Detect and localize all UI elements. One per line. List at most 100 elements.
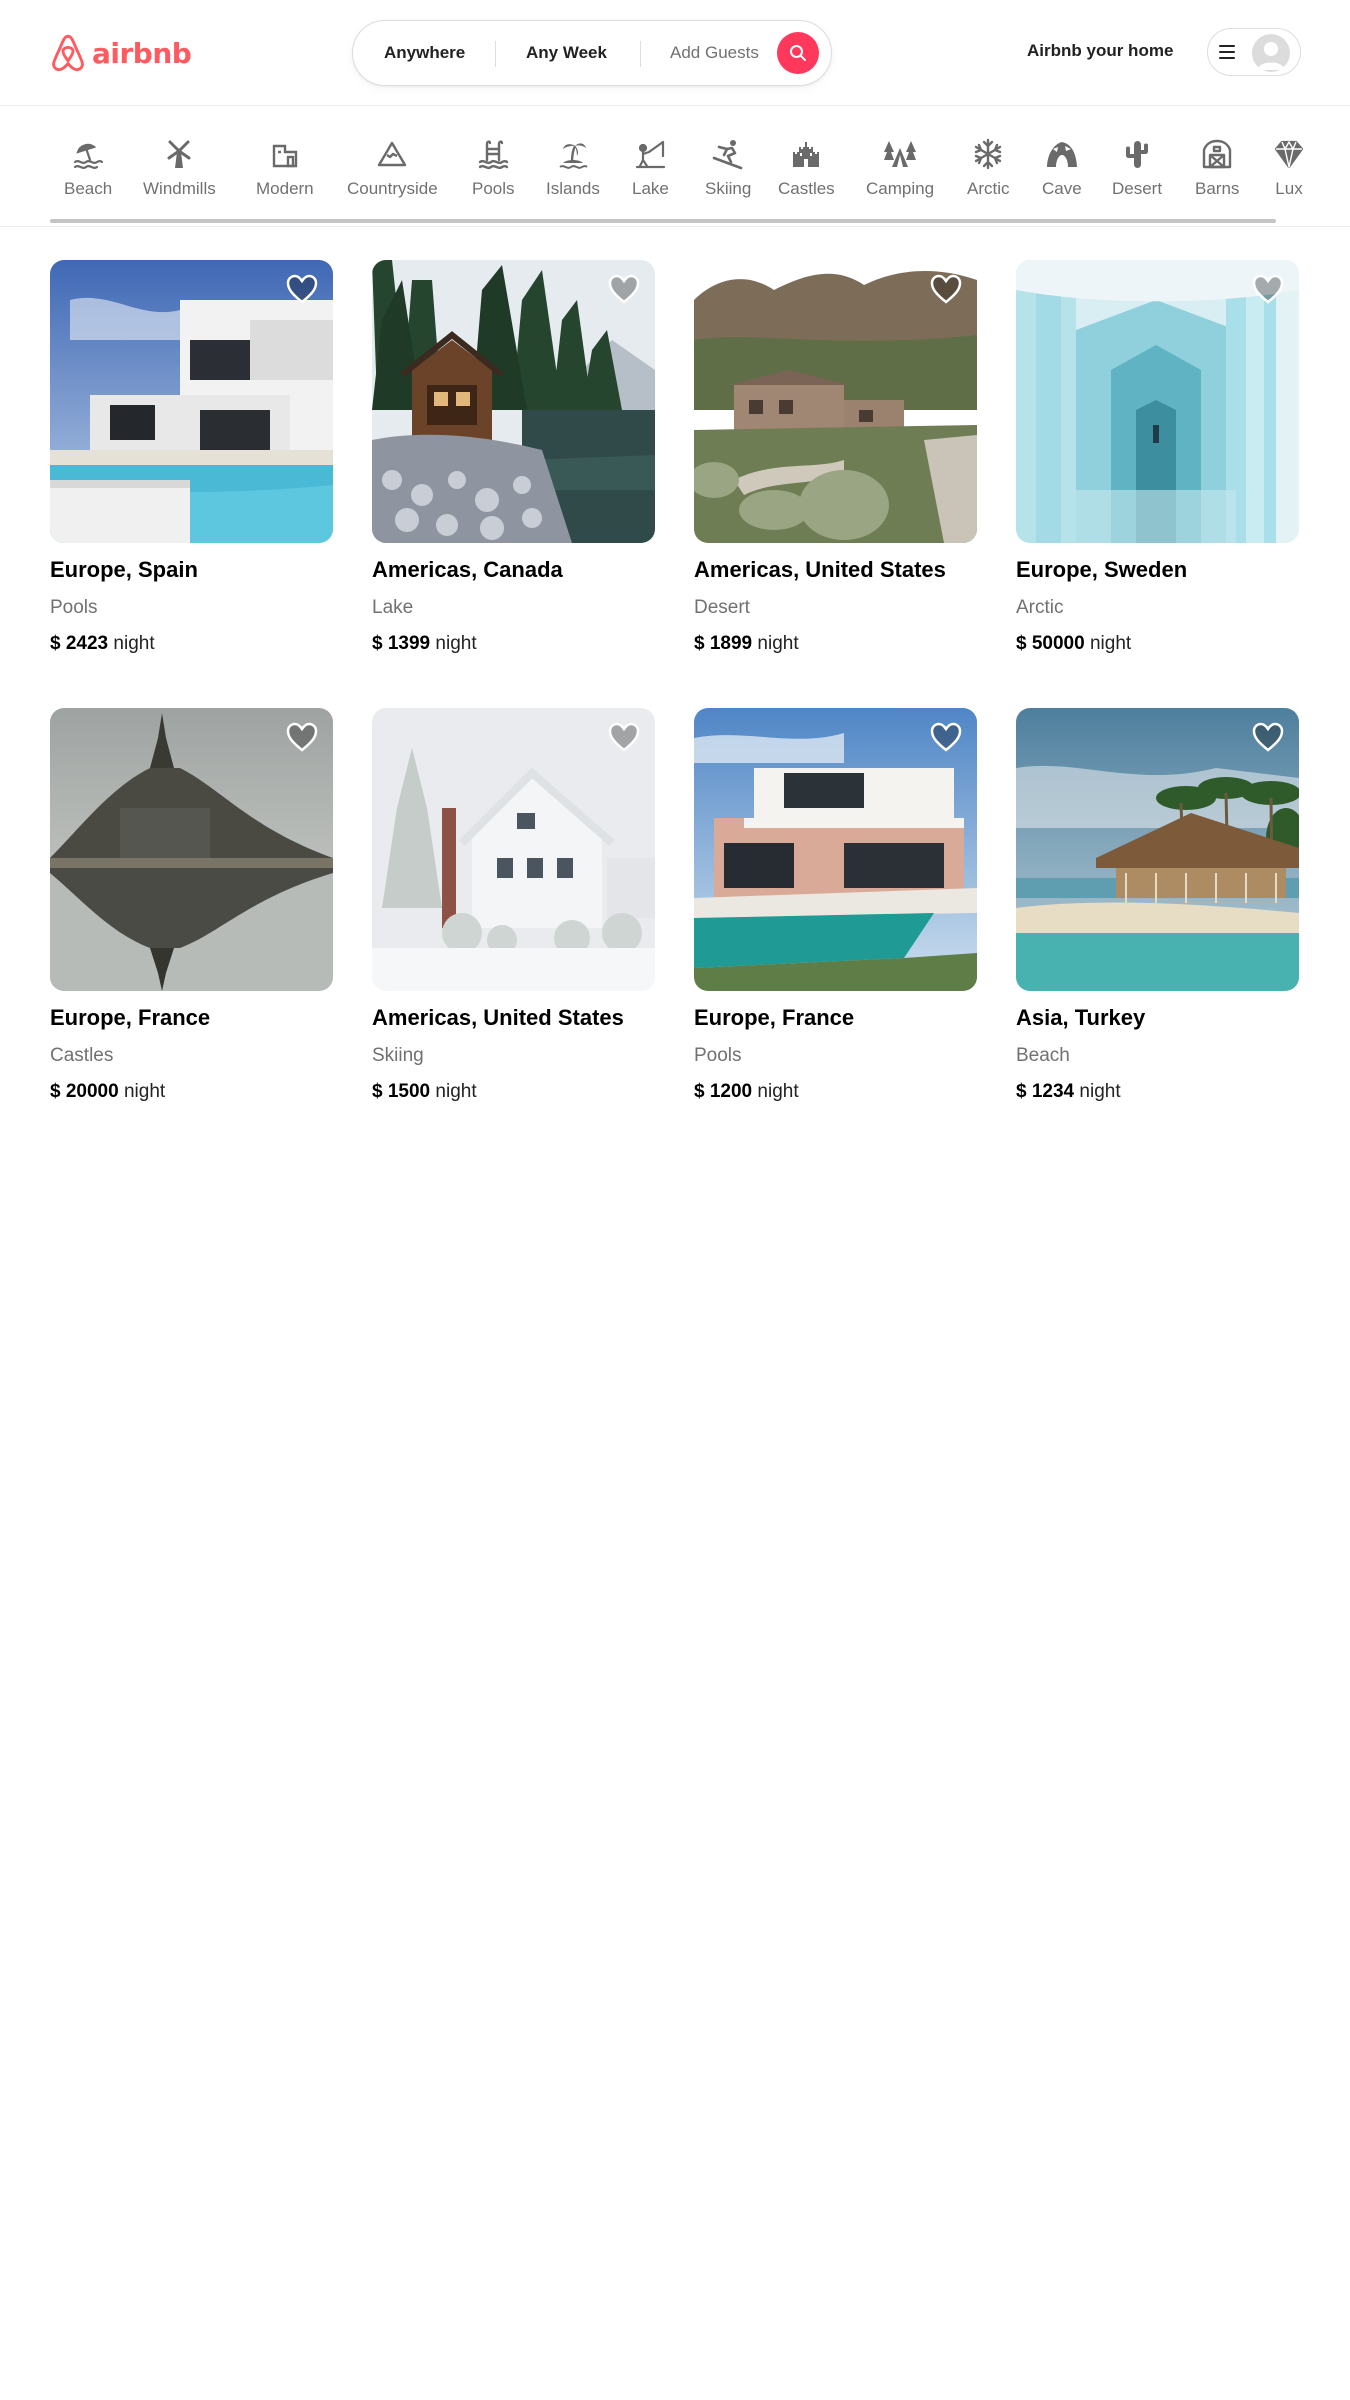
beach-icon	[71, 137, 105, 171]
currency: $	[694, 1081, 705, 1102]
listing-category: Desert	[694, 597, 750, 618]
listing-category: Pools	[50, 597, 98, 618]
category-label: Beach	[64, 179, 113, 198]
listing-card[interactable]: Asia, Turkey Beach $ 1234 night	[1016, 708, 1299, 1103]
listing-photo[interactable]	[1016, 708, 1299, 991]
favorite-heart-icon[interactable]	[1252, 274, 1284, 304]
price-amount: 1234	[1031, 1081, 1075, 1102]
category-lux[interactable]: Lux	[1272, 137, 1306, 199]
favorite-heart-icon[interactable]	[286, 274, 318, 304]
listing-photo[interactable]	[372, 708, 655, 991]
category-modern[interactable]: Modern	[256, 137, 314, 199]
listing-category: Lake	[372, 597, 414, 618]
category-label: Windmills	[143, 179, 216, 198]
airbnb-logo-icon	[52, 34, 84, 72]
category-label: Pools	[472, 179, 515, 198]
price-unit: night	[435, 1081, 477, 1102]
category-islands[interactable]: Islands	[546, 137, 600, 199]
listing-location: Americas, United States	[694, 557, 946, 582]
category-skiing[interactable]: Skiing	[705, 137, 751, 199]
listing-location: Europe, Spain	[50, 557, 198, 582]
listing-photo[interactable]	[694, 708, 977, 991]
search-button[interactable]	[777, 32, 819, 74]
category-bar: Beach Windmills Modern Countryside Pools…	[0, 107, 1350, 227]
favorite-heart-icon[interactable]	[608, 722, 640, 752]
category-label: Desert	[1112, 179, 1163, 198]
category-countryside[interactable]: Countryside	[347, 137, 438, 199]
currency: $	[1016, 1081, 1027, 1102]
cactus-icon	[1120, 137, 1154, 171]
listing-card[interactable]: Europe, Sweden Arctic $ 50000 night	[1016, 260, 1299, 655]
category-barns[interactable]: Barns	[1195, 137, 1239, 199]
listing-price: $ 50000 night	[1016, 633, 1299, 655]
diamond-icon	[1272, 137, 1306, 171]
category-label: Skiing	[705, 179, 752, 198]
airbnb-your-home-link[interactable]: Airbnb your home	[1027, 41, 1173, 61]
listing-price: $ 1234 night	[1016, 1081, 1299, 1103]
category-camping[interactable]: Camping	[866, 137, 934, 199]
listing-photo[interactable]	[50, 708, 333, 991]
listing-price: $ 1200 night	[694, 1081, 977, 1103]
favorite-heart-icon[interactable]	[1252, 722, 1284, 752]
windmill-icon	[162, 137, 196, 171]
user-menu-button[interactable]	[1207, 28, 1301, 76]
any-week-button[interactable]: Any Week	[526, 43, 607, 63]
favorite-heart-icon[interactable]	[608, 274, 640, 304]
favorite-heart-icon[interactable]	[930, 722, 962, 752]
price-amount: 1899	[709, 633, 753, 654]
category-label: Arctic	[967, 179, 1010, 198]
listing-photo[interactable]	[372, 260, 655, 543]
category-lake[interactable]: Lake	[632, 137, 669, 199]
category-label: Lux	[1275, 179, 1303, 198]
category-arctic[interactable]: Arctic	[967, 137, 1010, 199]
airbnb-logo[interactable]: airbnb	[50, 33, 192, 73]
price-unit: night	[757, 1081, 799, 1102]
category-castles[interactable]: Castles	[778, 137, 835, 199]
category-scrollbar[interactable]	[50, 219, 1276, 223]
anywhere-button[interactable]: Anywhere	[384, 43, 465, 63]
listing-location: Americas, United States	[372, 1005, 624, 1030]
pool-icon	[476, 137, 510, 171]
logo-text: airbnb	[92, 36, 192, 70]
listing-category: Castles	[50, 1045, 114, 1066]
listing-card[interactable]: Americas, United States Skiing $ 1500 ni…	[372, 708, 655, 1103]
price-amount: 1399	[387, 633, 431, 654]
listing-photo[interactable]	[50, 260, 333, 543]
listing-card[interactable]: Europe, France Castles $ 20000 night	[50, 708, 333, 1103]
castle-icon	[789, 137, 823, 171]
category-desert[interactable]: Desert	[1112, 137, 1162, 199]
mountain-icon	[375, 137, 409, 171]
listing-card[interactable]: Europe, France Pools $ 1200 night	[694, 708, 977, 1103]
barn-icon	[1200, 137, 1234, 171]
listing-category: Skiing	[372, 1045, 424, 1066]
price-amount: 2423	[65, 633, 109, 654]
currency: $	[50, 633, 61, 654]
currency: $	[372, 1081, 383, 1102]
listing-category: Pools	[694, 1045, 742, 1066]
currency: $	[1016, 633, 1027, 654]
currency: $	[372, 633, 383, 654]
price-amount: 1200	[709, 1081, 753, 1102]
category-label: Barns	[1195, 179, 1240, 198]
fishing-icon	[633, 137, 667, 171]
favorite-heart-icon[interactable]	[286, 722, 318, 752]
category-pools[interactable]: Pools	[472, 137, 515, 199]
listing-photo[interactable]	[694, 260, 977, 543]
price-unit: night	[1089, 633, 1132, 654]
listing-photo[interactable]	[1016, 260, 1299, 543]
category-label: Lake	[632, 179, 669, 198]
listing-card[interactable]: Americas, United States Desert $ 1899 ni…	[694, 260, 977, 655]
search-bar[interactable]: Anywhere Any Week Add Guests	[352, 20, 832, 86]
category-cave[interactable]: Cave	[1042, 137, 1082, 199]
listing-price: $ 2423 night	[50, 633, 333, 655]
add-guests-button[interactable]: Add Guests	[670, 43, 759, 63]
favorite-heart-icon[interactable]	[930, 274, 962, 304]
listing-card[interactable]: Europe, Spain Pools $ 2423 night	[50, 260, 333, 655]
category-windmills[interactable]: Windmills	[143, 137, 216, 199]
search-icon	[790, 45, 806, 61]
island-icon	[556, 137, 590, 171]
listing-card[interactable]: Americas, Canada Lake $ 1399 night	[372, 260, 655, 655]
category-beach[interactable]: Beach	[64, 137, 112, 199]
top-header: airbnb Anywhere Any Week Add Guests Airb…	[0, 0, 1350, 106]
price-unit: night	[123, 1081, 166, 1102]
